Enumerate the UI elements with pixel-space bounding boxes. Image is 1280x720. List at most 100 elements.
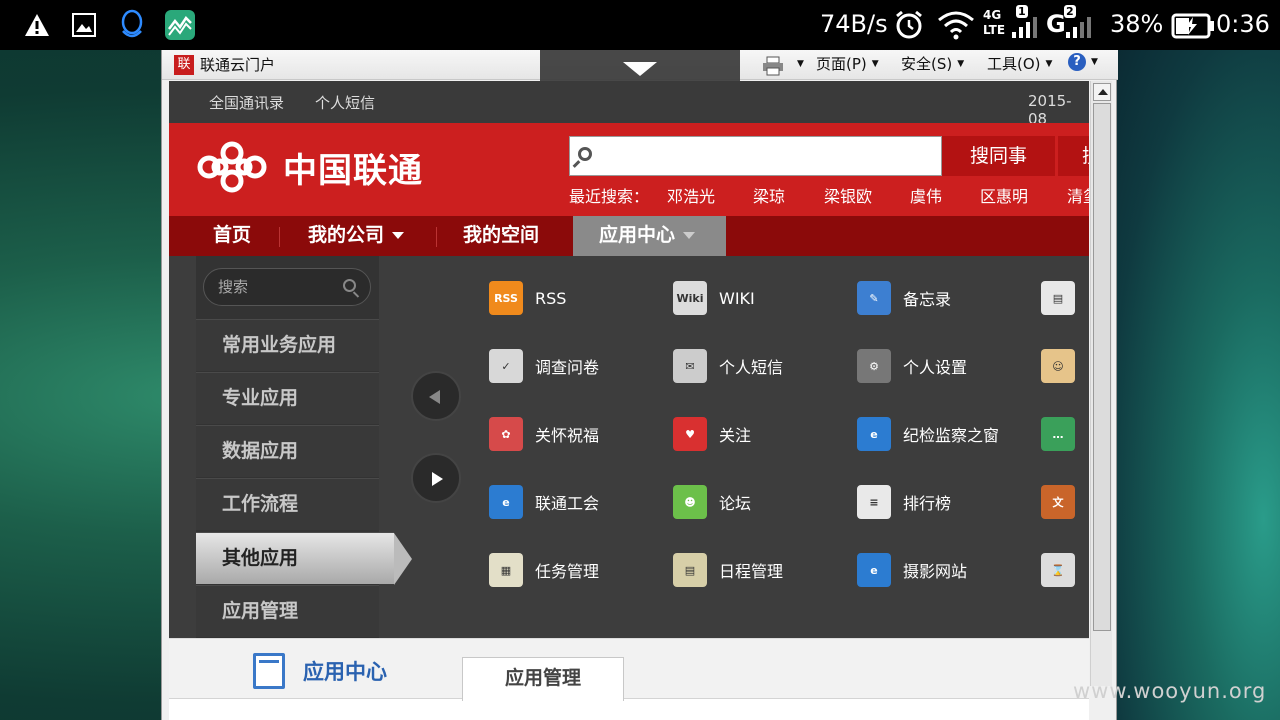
recent-name[interactable]: 虞伟: [910, 183, 942, 207]
section-title: 应用中心: [253, 653, 387, 689]
browser-tab[interactable]: 联 联通云门户: [174, 54, 275, 75]
scroll-thumb[interactable]: [1093, 103, 1111, 631]
sms-icon: ✉: [673, 349, 707, 383]
arrow-right-icon: [432, 472, 443, 486]
recent-name[interactable]: 邓浩光: [667, 183, 715, 207]
nav-home[interactable]: 首页: [213, 216, 251, 256]
app-label: 个人设置: [903, 358, 968, 377]
tab-title-text: 联通云门户: [200, 56, 276, 74]
rss-icon: RSS: [489, 281, 523, 315]
net-type: 4G: [983, 8, 1002, 22]
recent-label: 最近搜索：: [569, 187, 650, 206]
link-personal-sms[interactable]: 个人短信: [315, 92, 375, 113]
section-title-text: 应用中心: [303, 660, 387, 684]
sim1-label: 1: [1016, 5, 1028, 18]
search-icon: [578, 147, 592, 161]
app-tile[interactable]: e 摄影网站: [857, 550, 967, 590]
app-label: 摄影网站: [903, 562, 968, 581]
app-tile[interactable]: Wiki WIKI: [673, 278, 755, 318]
colleague-search-input[interactable]: [569, 136, 942, 176]
nav-my-space-label: 我的空间: [463, 224, 540, 246]
carousel-next-button[interactable]: [411, 453, 461, 503]
unicom-logo[interactable]: 中国联通: [189, 137, 423, 197]
page-menu[interactable]: 页面(P) ▼: [816, 53, 879, 74]
sidebar-item-data[interactable]: 数据应用: [196, 425, 379, 477]
search-secondary-button[interactable]: 搜: [1058, 136, 1089, 176]
page-icon: [253, 653, 285, 689]
recent-name[interactable]: 梁银欧: [824, 183, 872, 207]
net-speed: 74B/s: [820, 10, 888, 38]
app-search-input[interactable]: 搜索: [203, 268, 371, 306]
app-tile[interactable]: ▤ 日程管理: [673, 550, 783, 590]
nav-app-center-label: 应用中心: [599, 224, 676, 246]
wallpaper-right: [1115, 50, 1280, 720]
app-tile[interactable]: ✉ 个人短信: [673, 346, 783, 386]
nav-app-center[interactable]: 应用中心: [573, 216, 726, 256]
nav-divider: [436, 227, 437, 247]
vertical-scrollbar[interactable]: [1090, 81, 1112, 686]
app-label: 纪检监察之窗: [903, 426, 1000, 445]
print-dropdown-caret[interactable]: ▼: [797, 59, 804, 69]
app-tile[interactable]: e 联通工会: [489, 482, 599, 522]
sidebar-item-common[interactable]: 常用业务应用: [196, 319, 379, 371]
help-menu[interactable]: ? ▼: [1068, 53, 1098, 71]
clock: 0:36: [1216, 10, 1270, 38]
app-tile[interactable]: ▤: [1041, 278, 1087, 318]
page-menu-label: 页面(P): [816, 55, 867, 73]
wiki-icon: Wiki: [673, 281, 707, 315]
recent-name[interactable]: 区惠明: [980, 183, 1028, 207]
tab-app-management[interactable]: 应用管理: [462, 657, 624, 701]
app-tile[interactable]: RSS RSS: [489, 278, 566, 318]
app-tile[interactable]: e 纪检监察之窗: [857, 414, 999, 454]
link-directory[interactable]: 全国通讯录: [209, 92, 284, 113]
app-tile[interactable]: ≡ 排行榜: [857, 482, 951, 522]
recent-name[interactable]: 清玺: [1067, 183, 1089, 207]
help-menu-caret-icon: ▼: [1091, 57, 1098, 67]
unicom-knot-icon: [197, 141, 267, 193]
carousel-prev-button[interactable]: [411, 371, 461, 421]
tools-menu[interactable]: 工具(O) ▼: [987, 53, 1052, 74]
unicom-favicon-icon: 联: [174, 54, 194, 75]
app-tile[interactable]: ✓ 调查问卷: [489, 346, 599, 386]
app-tile[interactable]: …: [1041, 414, 1087, 454]
app-tile[interactable]: ♥ 关注: [673, 414, 751, 454]
search-colleague-button[interactable]: 搜同事: [942, 136, 1055, 176]
sidebar-item-other[interactable]: 其他应用: [196, 532, 412, 585]
chevron-down-icon: [392, 232, 405, 239]
sidebar-item-management[interactable]: 应用管理: [196, 585, 379, 637]
nav-my-company[interactable]: 我的公司: [308, 216, 405, 256]
app-tile[interactable]: ⌛: [1041, 550, 1087, 590]
nav-home-label: 首页: [213, 224, 252, 246]
contact-card-icon: ☺: [1041, 349, 1075, 383]
app-tile[interactable]: ✎ 备忘录: [857, 278, 951, 318]
chevron-down-icon: [683, 232, 696, 239]
app-tile[interactable]: ☺: [1041, 346, 1087, 386]
survey-icon: ✓: [489, 349, 523, 383]
logo-text: 中国联通: [283, 150, 423, 191]
nav-my-company-label: 我的公司: [308, 224, 385, 246]
app-label: 关注: [719, 426, 752, 445]
follow-icon: ♥: [673, 417, 707, 451]
recent-name[interactable]: 梁琼: [753, 183, 785, 207]
scroll-up-button[interactable]: [1093, 83, 1111, 101]
app-tile[interactable]: ⚙ 个人设置: [857, 346, 967, 386]
app-label: 任务管理: [535, 562, 600, 581]
safety-menu[interactable]: 安全(S) ▼: [901, 53, 964, 74]
printer-doc-icon: ▤: [1041, 281, 1075, 315]
battery-charging-icon: [1171, 13, 1214, 39]
app-tile[interactable]: 文: [1041, 482, 1087, 522]
book-icon: 文: [1041, 485, 1075, 519]
gallery-icon: [72, 13, 96, 37]
nav-my-space[interactable]: 我的空间: [463, 216, 539, 256]
sidebar-item-professional[interactable]: 专业应用: [196, 372, 379, 424]
battery-percent: 38%: [1110, 10, 1164, 38]
chevron-down-icon: [623, 62, 657, 76]
sidebar-item-workflow[interactable]: 工作流程: [196, 478, 379, 530]
app-tile[interactable]: ✿ 关怀祝福: [489, 414, 599, 454]
app-tile[interactable]: ▦ 任务管理: [489, 550, 599, 590]
print-icon[interactable]: [762, 56, 784, 76]
app-tile[interactable]: ☻ 论坛: [673, 482, 751, 522]
ranking-icon: ≡: [857, 485, 891, 519]
watermark: www.wooyun.org: [1073, 679, 1267, 703]
task-icon: ▦: [489, 553, 523, 587]
